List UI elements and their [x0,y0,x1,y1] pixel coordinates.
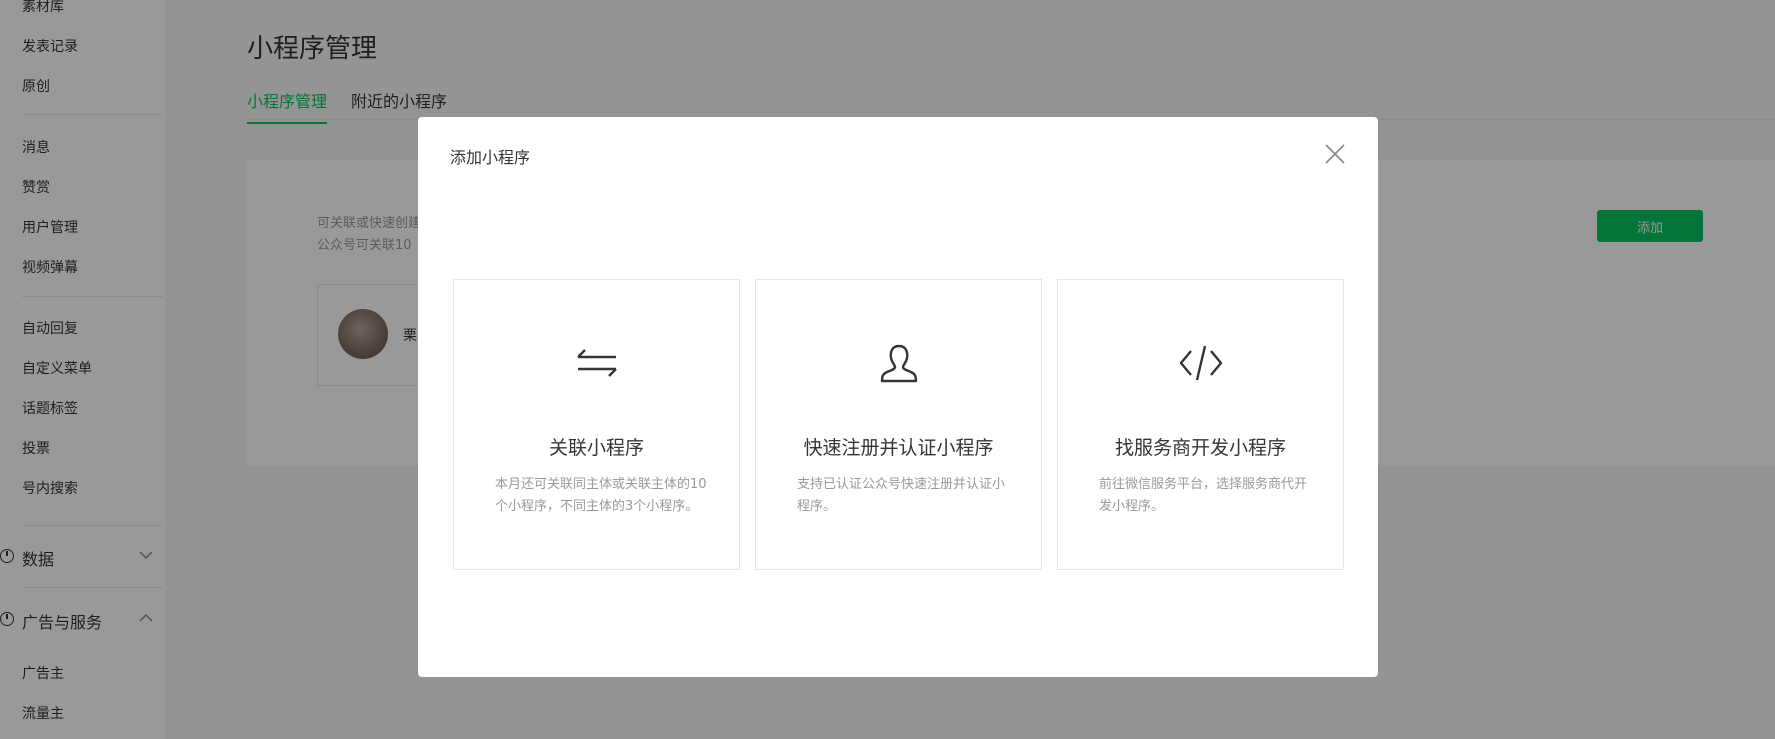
option-service-provider[interactable]: 找服务商开发小程序 前往微信服务平台，选择服务商代开发小程序。 [1057,279,1344,570]
close-icon[interactable] [1324,143,1346,165]
option-link-miniprogram[interactable]: 关联小程序 本月还可关联同主体或关联主体的10个小程序，不同主体的3个小程序。 [453,279,740,570]
code-brackets-icon [1179,345,1223,381]
add-miniprogram-dialog: 添加小程序 关联小程序 本月还可关联同主体或关联主体的10个小程序，不同主体的3… [418,117,1378,677]
user-outline-icon [880,344,918,383]
swap-arrows-icon [577,349,617,377]
option-description: 支持已认证公众号快速注册并认证小程序。 [797,477,1006,514]
option-title: 找服务商开发小程序 [1114,437,1286,459]
dialog-title: 添加小程序 [450,148,531,167]
option-title: 关联小程序 [548,437,644,459]
option-description: 本月还可关联同主体或关联主体的10个小程序，不同主体的3个小程序。 [495,477,707,514]
option-description: 前往微信服务平台，选择服务商代开发小程序。 [1099,477,1308,514]
option-title: 快速注册并认证小程序 [803,437,994,459]
option-quick-register[interactable]: 快速注册并认证小程序 支持已认证公众号快速注册并认证小程序。 [755,279,1042,570]
